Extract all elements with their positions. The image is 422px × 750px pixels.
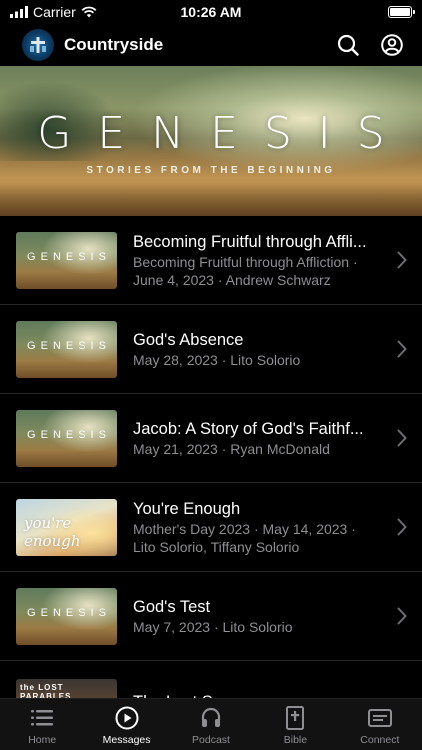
play-icon [114,705,140,731]
status-time: 10:26 AM [180,4,242,20]
message-info: God's Absence May 28, 2023 · Lito Solori… [133,329,388,369]
message-meta: June 4, 2023 · Andrew Schwarz [133,272,331,288]
message-info: God's Test May 7, 2023 · Lito Solorio [133,596,388,636]
thumbnail-text: GENESIS [27,428,111,441]
chevron-right-icon [397,518,407,536]
thumbnail-text: GENESIS [27,339,111,352]
tab-bar: Home Messages Podcast Bible Connect [0,698,422,750]
message-meta: May 21, 2023 · Ryan McDonald [133,441,330,457]
connect-card-icon [367,705,393,731]
message-meta: May 7, 2023 · Lito Solorio [133,619,293,635]
message-meta: May 28, 2023 · Lito Solorio [133,352,301,368]
tab-label: Home [28,734,57,746]
chevron-right-icon [397,251,407,269]
tab-label: Bible [283,734,308,746]
status-right [388,6,415,18]
message-title: You're Enough [133,500,241,518]
message-info: Becoming Fruitful through Affli... Becom… [133,231,388,289]
message-thumbnail: you're enough [16,498,117,556]
message-title: God's Absence [133,331,244,349]
tab-messages[interactable]: Messages [84,699,168,750]
message-item[interactable]: GENESIS Jacob: A Story of God's Faithf..… [0,394,422,483]
tab-label: Messages [102,734,151,746]
tab-podcast[interactable]: Podcast [169,699,253,750]
series-hero-banner[interactable]: GENESIS STORIES FROM THE BEGINNING [0,66,422,216]
list-icon [29,705,55,731]
message-info: Jacob: A Story of God's Faithf... May 21… [133,418,388,458]
message-thumbnail: GENESIS [16,409,117,467]
message-info: You're Enough Mother's Day 2023 · May 14… [133,498,388,556]
headphones-icon [198,705,224,731]
chevron-right-icon [397,607,407,625]
chevron-right-icon [397,340,407,358]
message-thumbnail: GENESIS [16,587,117,645]
message-series: Becoming Fruitful through Affliction · [133,254,358,270]
church-logo-icon[interactable] [22,29,54,61]
tab-label: Podcast [192,734,230,746]
message-item[interactable]: GENESIS God's Test May 7, 2023 · Lito So… [0,572,422,661]
message-series: Mother's Day 2023 · May 14, 2023 · [133,521,356,537]
thumbnail-text: GENESIS [27,250,111,263]
hero-subtitle: STORIES FROM THE BEGINNING [86,165,336,176]
message-meta: Lito Solorio, Tiffany Solorio [133,539,300,555]
message-list: GENESIS Becoming Fruitful through Affli.… [0,216,422,750]
bible-icon [282,705,308,731]
chevron-right-icon [397,429,407,447]
app-title: Countryside [64,35,164,54]
tab-home[interactable]: Home [0,699,84,750]
message-item[interactable]: GENESIS Becoming Fruitful through Affli.… [0,216,422,305]
tab-connect[interactable]: Connect [338,699,422,750]
message-item[interactable]: GENESIS God's Absence May 28, 2023 · Lit… [0,305,422,394]
thumbnail-text: GENESIS [27,606,111,619]
app-header: Countryside [0,24,422,66]
message-title: God's Test [133,598,211,616]
message-item[interactable]: you're enough You're Enough Mother's Day… [0,483,422,572]
status-bar: Carrier 10:26 AM [0,0,422,24]
thumbnail-text: you're enough [24,513,81,550]
tab-bible[interactable]: Bible [253,699,337,750]
battery-icon [388,6,415,18]
message-title: Becoming Fruitful through Affli... [133,233,367,251]
message-thumbnail: GENESIS [16,320,117,378]
tab-label: Connect [360,734,400,746]
search-icon[interactable] [334,31,362,59]
message-title: Jacob: A Story of God's Faithf... [133,420,364,438]
message-thumbnail: GENESIS [16,231,117,289]
hero-title: GENESIS [37,108,411,159]
account-icon[interactable] [378,31,406,59]
